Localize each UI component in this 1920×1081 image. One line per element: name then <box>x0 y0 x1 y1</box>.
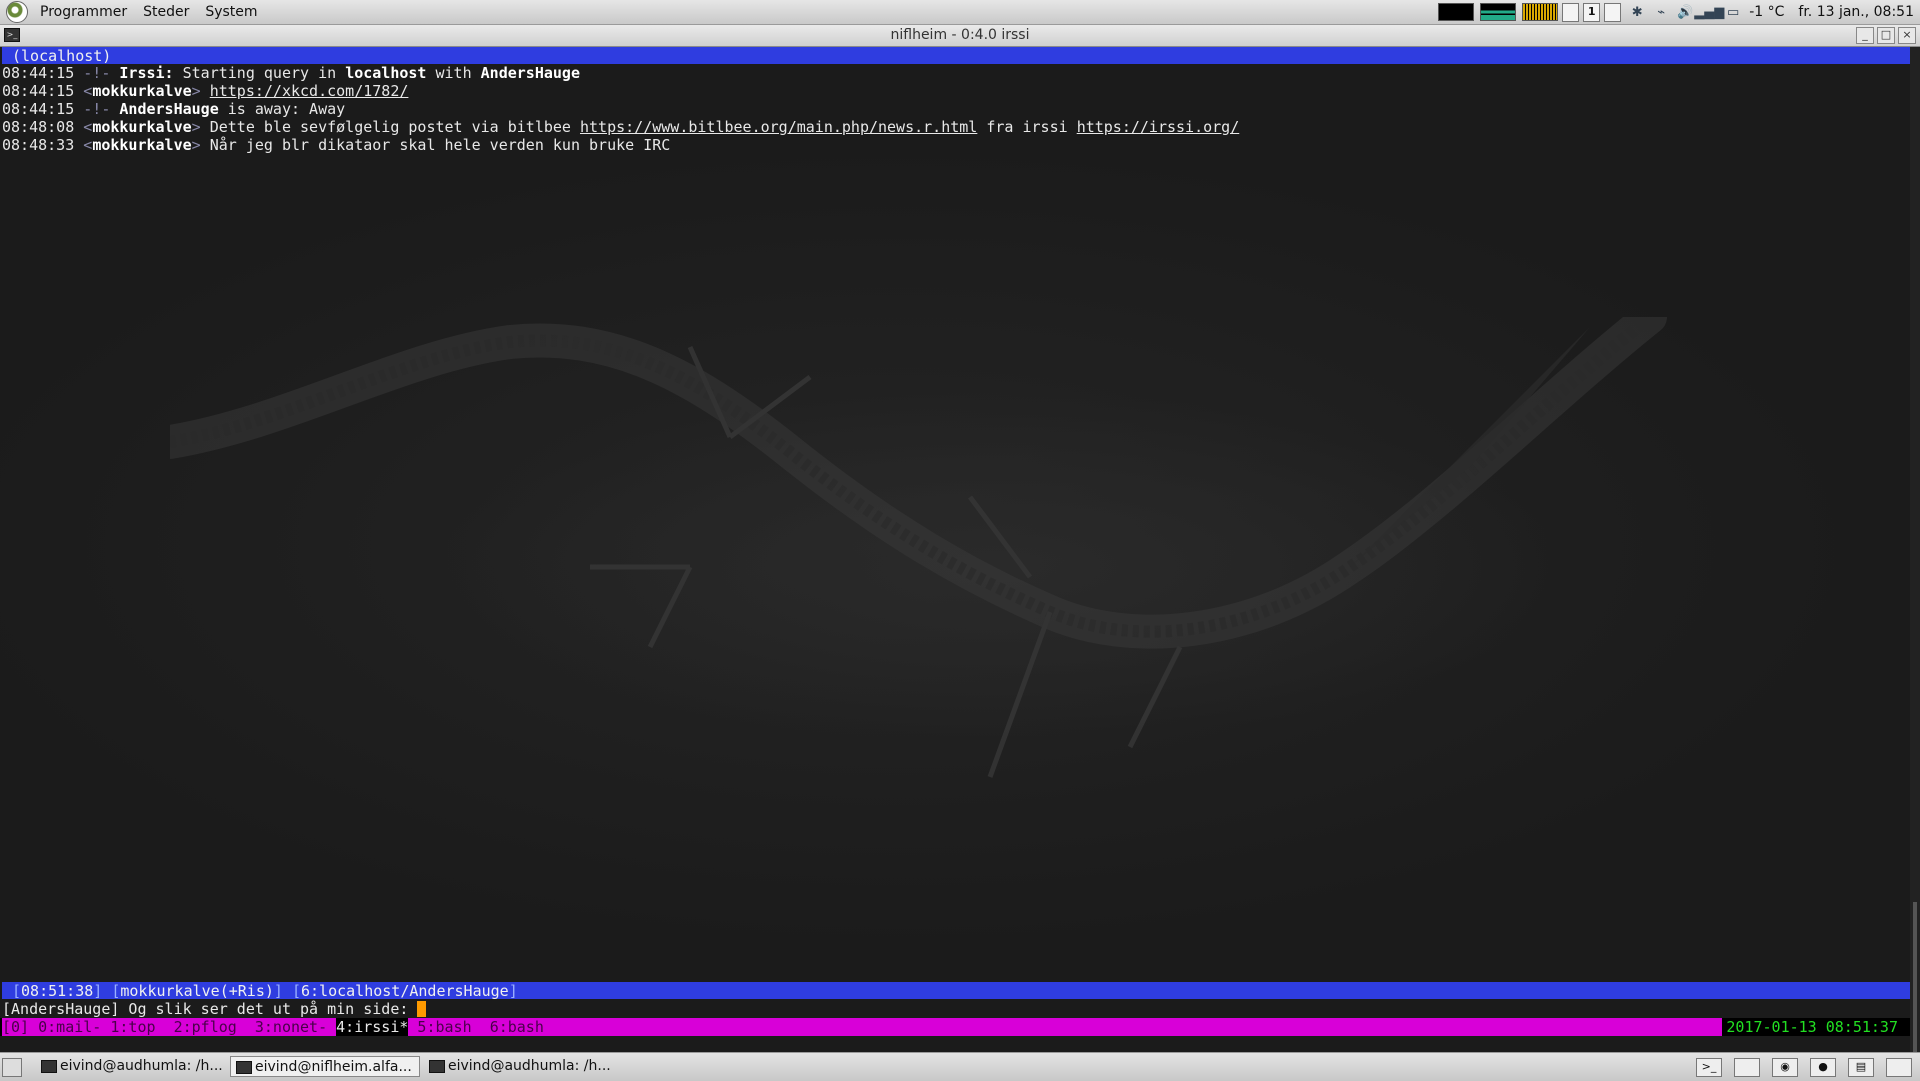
terminal-icon <box>429 1060 445 1073</box>
message-nick: mokkurkalve <box>92 82 192 100</box>
message-text: with <box>426 64 481 82</box>
workspace-switcher-current[interactable]: 1 <box>1583 2 1601 22</box>
task-label: eivind@niflheim.alfa... <box>255 1059 412 1075</box>
terminal-area[interactable]: (localhost) 08:44:15 -!- Irssi: Starting… <box>0 47 1910 1052</box>
cpu-monitor-applet[interactable] <box>1438 3 1475 21</box>
spotify-icon[interactable]: ● <box>1810 1058 1836 1077</box>
message-bold-text: Irssi: <box>119 64 174 82</box>
blank-launcher-icon[interactable] <box>1886 1058 1912 1077</box>
tmux-window-tab[interactable]: 3:nonet- <box>255 1018 336 1036</box>
message-nick: mokkurkalve <box>92 136 192 154</box>
workspace-switcher-prev[interactable] <box>1562 2 1580 22</box>
document-icon[interactable]: ▤ <box>1848 1058 1874 1077</box>
message-nick: mokkurkalve <box>92 118 192 136</box>
distro-logo-icon[interactable] <box>6 1 28 23</box>
text-cursor <box>417 1001 427 1017</box>
irssi-message-log: 08:44:15 -!- Irssi: Starting query in lo… <box>2 64 1239 154</box>
status-window: 6:localhost/AndersHauge <box>301 982 509 1000</box>
bluetooth-icon[interactable]: ✱ <box>1629 4 1645 20</box>
tmux-status-bar: [0] 0:mail- 1:top 2:pflog 3:nonet- 4:irs… <box>0 1018 1910 1036</box>
menu-programmer[interactable]: Programmer <box>36 4 131 20</box>
message-text: Starting query in <box>173 64 346 82</box>
taskbar-item-audhumla-1[interactable]: eivind@audhumla: /h... <box>36 1056 226 1077</box>
tmux-window-tab[interactable]: [0] <box>2 1018 38 1036</box>
task-label: eivind@audhumla: /h... <box>60 1058 223 1074</box>
message-timestamp: 08:44:15 <box>2 100 75 118</box>
battery-icon[interactable]: ▭ <box>1725 4 1741 20</box>
window-list-icon[interactable] <box>1734 1058 1760 1077</box>
message-bold-text: localhost <box>345 64 427 82</box>
terminal-launcher-icon[interactable]: >_ <box>1696 1058 1722 1077</box>
message-timestamp: 08:44:15 <box>2 64 75 82</box>
message-bold-text: AndersHauge <box>480 64 580 82</box>
message-timestamp: 08:48:08 <box>2 118 75 136</box>
network-monitor-applet[interactable] <box>1522 3 1559 21</box>
terminal-scrollbar[interactable] <box>1910 47 1920 1052</box>
system-tray: 1 ✱ ⌁ 🔊 ▂▄▆ ▭ -1 °C fr. 13 jan., 08:51 <box>1432 0 1920 24</box>
irssi-message: 08:48:08 <mokkurkalve> Dette ble sevfølg… <box>2 118 1240 136</box>
irssi-message: 08:44:15 -!- AndersHauge is away: Away <box>2 100 1239 118</box>
tmux-window-tab[interactable]: 1:top <box>110 1018 173 1036</box>
message-timestamp: 08:44:15 <box>2 82 75 100</box>
taskbar-item-niflheim[interactable]: eivind@niflheim.alfa... <box>230 1056 420 1077</box>
network-icon[interactable]: ⌁ <box>1653 4 1669 20</box>
tmux-window-list: [0] 0:mail- 1:top 2:pflog 3:nonet- 4:irs… <box>2 1018 1722 1036</box>
irssi-status-bar: [08:51:38] [mokkurkalve(+Ris)] [6:localh… <box>2 982 1910 1000</box>
tmux-window-tab[interactable]: 6:bash <box>490 1018 544 1036</box>
signal-strength-icon[interactable]: ▂▄▆ <box>1694 4 1724 20</box>
panel-clock[interactable]: fr. 13 jan., 08:51 <box>1798 4 1914 20</box>
message-text: fra irssi <box>977 118 1077 136</box>
menu-system[interactable]: System <box>201 4 261 20</box>
tmux-window-tab[interactable]: 4:irssi* <box>336 1018 409 1036</box>
message-text: Dette ble sevfølgelig postet via bitlbee <box>209 118 580 136</box>
window-title-bar[interactable]: >_ niflheim - 0:4.0 irssi _ □ × <box>0 25 1920 47</box>
tmux-window-tab[interactable]: 0:mail- <box>38 1018 110 1036</box>
memory-monitor-applet[interactable] <box>1480 3 1517 21</box>
status-nick: mokkurkalve(+Ris) <box>120 982 274 1000</box>
tmux-window-tab[interactable]: 5:bash <box>408 1018 489 1036</box>
message-link[interactable]: https://xkcd.com/1782/ <box>210 82 409 100</box>
input-text[interactable]: [AndersHauge] Og slik ser det ut på min … <box>2 1000 417 1018</box>
message-link[interactable]: https://irssi.org/ <box>1077 118 1240 136</box>
irssi-message: 08:44:15 <mokkurkalve> https://xkcd.com/… <box>2 82 409 100</box>
weather-temperature[interactable]: -1 °C <box>1749 4 1784 20</box>
menu-steder[interactable]: Steder <box>139 4 193 20</box>
tmux-window-tab[interactable]: 2:pflog <box>174 1018 255 1036</box>
show-desktop-button[interactable] <box>2 1058 22 1077</box>
firefox-icon[interactable]: ◉ <box>1772 1058 1798 1077</box>
system-prefix: -!- <box>83 100 111 118</box>
window-title: niflheim - 0:4.0 irssi <box>890 27 1030 43</box>
minimize-button[interactable]: _ <box>1856 27 1874 44</box>
irssi-input-line[interactable]: [AndersHauge] Og slik ser det ut på min … <box>2 1000 427 1018</box>
close-button[interactable]: × <box>1898 27 1916 44</box>
system-prefix: -!- <box>83 64 111 82</box>
message-link[interactable]: https://www.bitlbee.org/main.php/news.r.… <box>580 118 977 136</box>
terminal-icon <box>41 1060 57 1073</box>
volume-icon[interactable]: 🔊 <box>1677 4 1693 20</box>
message-bold-text: AndersHauge <box>119 100 219 118</box>
message-text: is away: Away <box>218 100 346 118</box>
irssi-topic-bar: (localhost) <box>2 47 1910 65</box>
status-time: 08:51:38 <box>21 982 94 1000</box>
fossil-wallpaper-image <box>170 317 1667 778</box>
bottom-panel: eivind@audhumla: /h... eivind@niflheim.a… <box>0 1052 1920 1081</box>
message-timestamp: 08:48:33 <box>2 136 75 154</box>
maximize-button[interactable]: □ <box>1877 27 1895 44</box>
tmux-datetime: 2017-01-13 08:51:37 <box>1726 1018 1898 1036</box>
terminal-icon <box>236 1061 252 1074</box>
workspace-switcher-next[interactable] <box>1604 2 1622 22</box>
task-label: eivind@audhumla: /h... <box>448 1058 611 1074</box>
taskbar-item-audhumla-2[interactable]: eivind@audhumla: /h... <box>424 1056 614 1077</box>
message-text: Når jeg blr dikataor skal hele verden ku… <box>209 136 671 154</box>
irssi-message: 08:48:33 <mokkurkalve> Når jeg blr dikat… <box>2 136 671 154</box>
irssi-message: 08:44:15 -!- Irssi: Starting query in lo… <box>2 64 1239 82</box>
scrollbar-thumb[interactable] <box>1913 902 1917 1052</box>
top-panel: Programmer Steder System 1 ✱ ⌁ 🔊 ▂▄▆ ▭ -… <box>0 0 1920 25</box>
